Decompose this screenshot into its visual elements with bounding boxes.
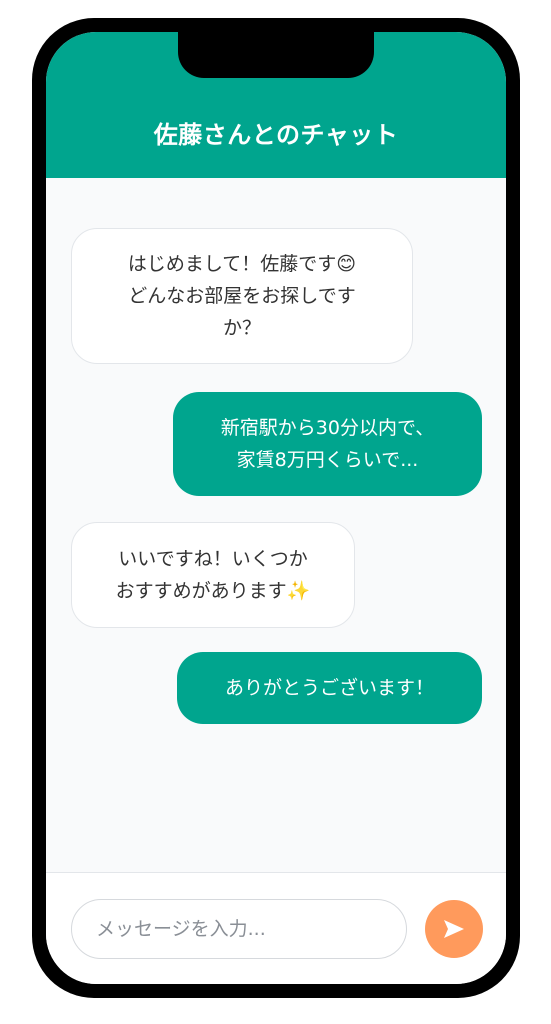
phone-frame: 佐藤さんとのチャット はじめまして！佐藤です😊 どんなお部屋をお探しです か？ … [32,18,520,998]
send-icon [444,920,464,938]
chat-screen: 佐藤さんとのチャット はじめまして！佐藤です😊 どんなお部屋をお探しです か？ … [46,32,506,984]
message-list: はじめまして！佐藤です😊 どんなお部屋をお探しです か？ 新宿駅から30分以内で… [46,178,506,872]
message-received: いいですね！いくつか おすすめがあります✨ [71,522,355,628]
send-button[interactable] [425,900,483,958]
message-sent: 新宿駅から30分以内で、 家賃8万円くらいで... [173,392,482,496]
message-sent: ありがとうございます！ [177,652,482,724]
message-input-bar [46,872,506,984]
phone-notch [178,32,374,78]
message-input[interactable] [71,899,407,959]
message-received: はじめまして！佐藤です😊 どんなお部屋をお探しです か？ [71,228,413,364]
chat-title: 佐藤さんとのチャット [153,121,399,149]
